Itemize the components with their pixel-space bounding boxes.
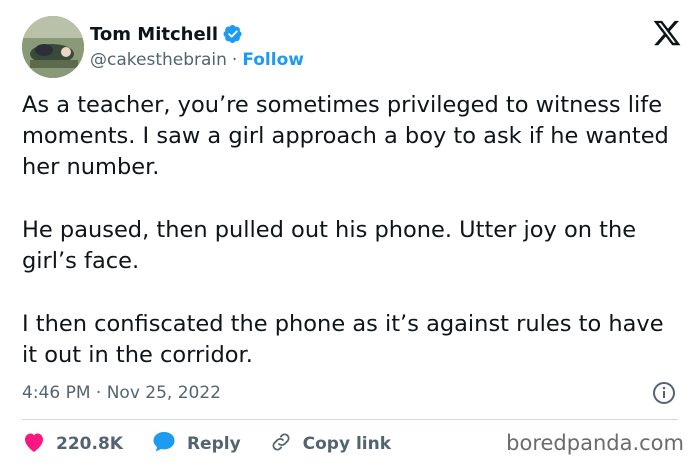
heart-icon bbox=[22, 431, 46, 457]
tweet-header: Tom Mitchell @cakesthebrain · Follow bbox=[22, 16, 682, 78]
like-button[interactable]: 220.8K bbox=[22, 431, 123, 457]
tweet-paragraph: He paused, then pulled out his phone. Ut… bbox=[22, 217, 637, 274]
tweet-paragraph: I then confiscated the phone as it’s aga… bbox=[22, 311, 664, 368]
author-info: Tom Mitchell @cakesthebrain · Follow bbox=[90, 22, 304, 71]
verified-badge-icon bbox=[223, 24, 243, 44]
avatar[interactable] bbox=[22, 16, 84, 78]
reply-label: Reply bbox=[186, 434, 241, 454]
like-count: 220.8K bbox=[56, 434, 123, 454]
timestamp[interactable]: 4:46 PM · Nov 25, 2022 bbox=[22, 383, 221, 403]
tweet-text: As a teacher, you’re sometimes privilege… bbox=[22, 90, 682, 371]
follow-button[interactable]: Follow bbox=[242, 50, 304, 70]
divider bbox=[22, 419, 678, 420]
watermark: boredpanda.com bbox=[506, 431, 684, 455]
author-handle[interactable]: @cakesthebrain bbox=[90, 50, 227, 70]
info-icon[interactable] bbox=[652, 381, 676, 405]
speech-bubble-icon bbox=[151, 430, 177, 458]
tweet-meta: 4:46 PM · Nov 25, 2022 bbox=[22, 380, 678, 406]
copy-link-label: Copy link bbox=[302, 434, 392, 454]
author-name[interactable]: Tom Mitchell bbox=[90, 24, 218, 45]
tweet-paragraph: As a teacher, you’re sometimes privilege… bbox=[22, 92, 669, 180]
x-logo-icon[interactable] bbox=[652, 18, 682, 48]
reply-button[interactable]: Reply bbox=[151, 430, 241, 458]
link-icon bbox=[269, 430, 293, 458]
copy-link-button[interactable]: Copy link bbox=[269, 430, 391, 458]
separator-dot: · bbox=[231, 50, 238, 70]
action-bar: 220.8K Reply Copy link bbox=[22, 430, 419, 458]
